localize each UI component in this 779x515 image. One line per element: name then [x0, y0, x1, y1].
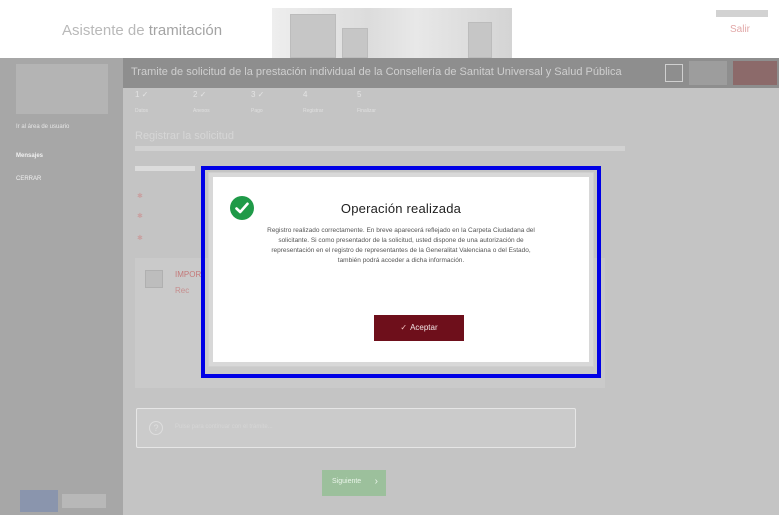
sidebar: Ir al área de usuario Mensajes CERRAR — [0, 58, 123, 515]
step-1-label: Datos — [135, 108, 149, 114]
step-3-label: Pago — [251, 108, 263, 114]
sidebar-close-row[interactable]: CERRAR — [16, 176, 41, 182]
user-info-box — [716, 10, 768, 17]
building-shape — [342, 28, 368, 58]
sidebar-section-title: Mensajes — [16, 153, 44, 159]
top-header: Asistente de tramitación Salir — [0, 0, 779, 58]
step-1: 1 ✓ — [135, 90, 149, 99]
section-description — [135, 146, 625, 151]
required-field-row: ✱ — [137, 213, 143, 220]
save-draft-button[interactable] — [689, 61, 727, 85]
eu-flag-icon — [20, 490, 58, 512]
next-button[interactable]: Siguiente › — [322, 470, 386, 496]
procedure-title-bar: Tramite de solicitud de la prestación in… — [123, 58, 779, 88]
eu-funding-text — [62, 494, 106, 508]
required-field-row: ✱ — [137, 193, 143, 200]
step-4-label: Registrar — [303, 108, 324, 114]
info-text: Pulse para continuar con el trámite... — [175, 424, 273, 430]
step-5-label: Finalizar — [357, 108, 376, 114]
building-shape — [290, 14, 336, 58]
section-heading: Registrar la solicitud — [135, 130, 235, 142]
sidebar-user-area-link[interactable]: Ir al área de usuario — [16, 124, 69, 130]
logout-link[interactable]: Salir — [730, 24, 750, 35]
field-heading — [135, 166, 195, 171]
required-field-row: ✱ — [137, 235, 143, 242]
app-title: Asistente de tramitación — [62, 22, 222, 39]
procedure-title: Tramite de solicitud de la prestación in… — [131, 66, 622, 78]
header-banner-image — [272, 8, 512, 58]
step-3: 3 ✓ — [251, 90, 265, 99]
sidebar-logo — [16, 64, 108, 114]
step-indicator: 1 ✓ Datos 2 ✓ Anexos 3 ✓ Pago 4 Registra… — [135, 90, 415, 120]
exit-procedure-button[interactable] — [733, 61, 777, 85]
info-box: ? Pulse para continuar con el trámite... — [136, 408, 576, 448]
building-shape — [468, 22, 492, 58]
info-circle-icon: ? — [149, 421, 163, 435]
step-4: 4 — [303, 90, 308, 99]
step-2: 2 ✓ — [193, 90, 207, 99]
print-icon[interactable] — [665, 64, 683, 82]
step-5: 5 — [357, 90, 362, 99]
annotation-highlight-box — [201, 166, 601, 378]
notice-title: IMPOR — [175, 270, 202, 279]
step-2-label: Anexos — [193, 108, 210, 114]
next-button-label: Siguiente — [332, 478, 362, 485]
chevron-right-icon: › — [374, 476, 378, 487]
notice-icon — [145, 270, 163, 288]
notice-subtitle: Rec — [175, 286, 190, 295]
app-title-accent: tramitación — [148, 22, 223, 39]
page-root: Asistente de tramitación Salir Ir al áre… — [0, 0, 779, 515]
app-title-prefix: Asistente de — [62, 22, 145, 39]
